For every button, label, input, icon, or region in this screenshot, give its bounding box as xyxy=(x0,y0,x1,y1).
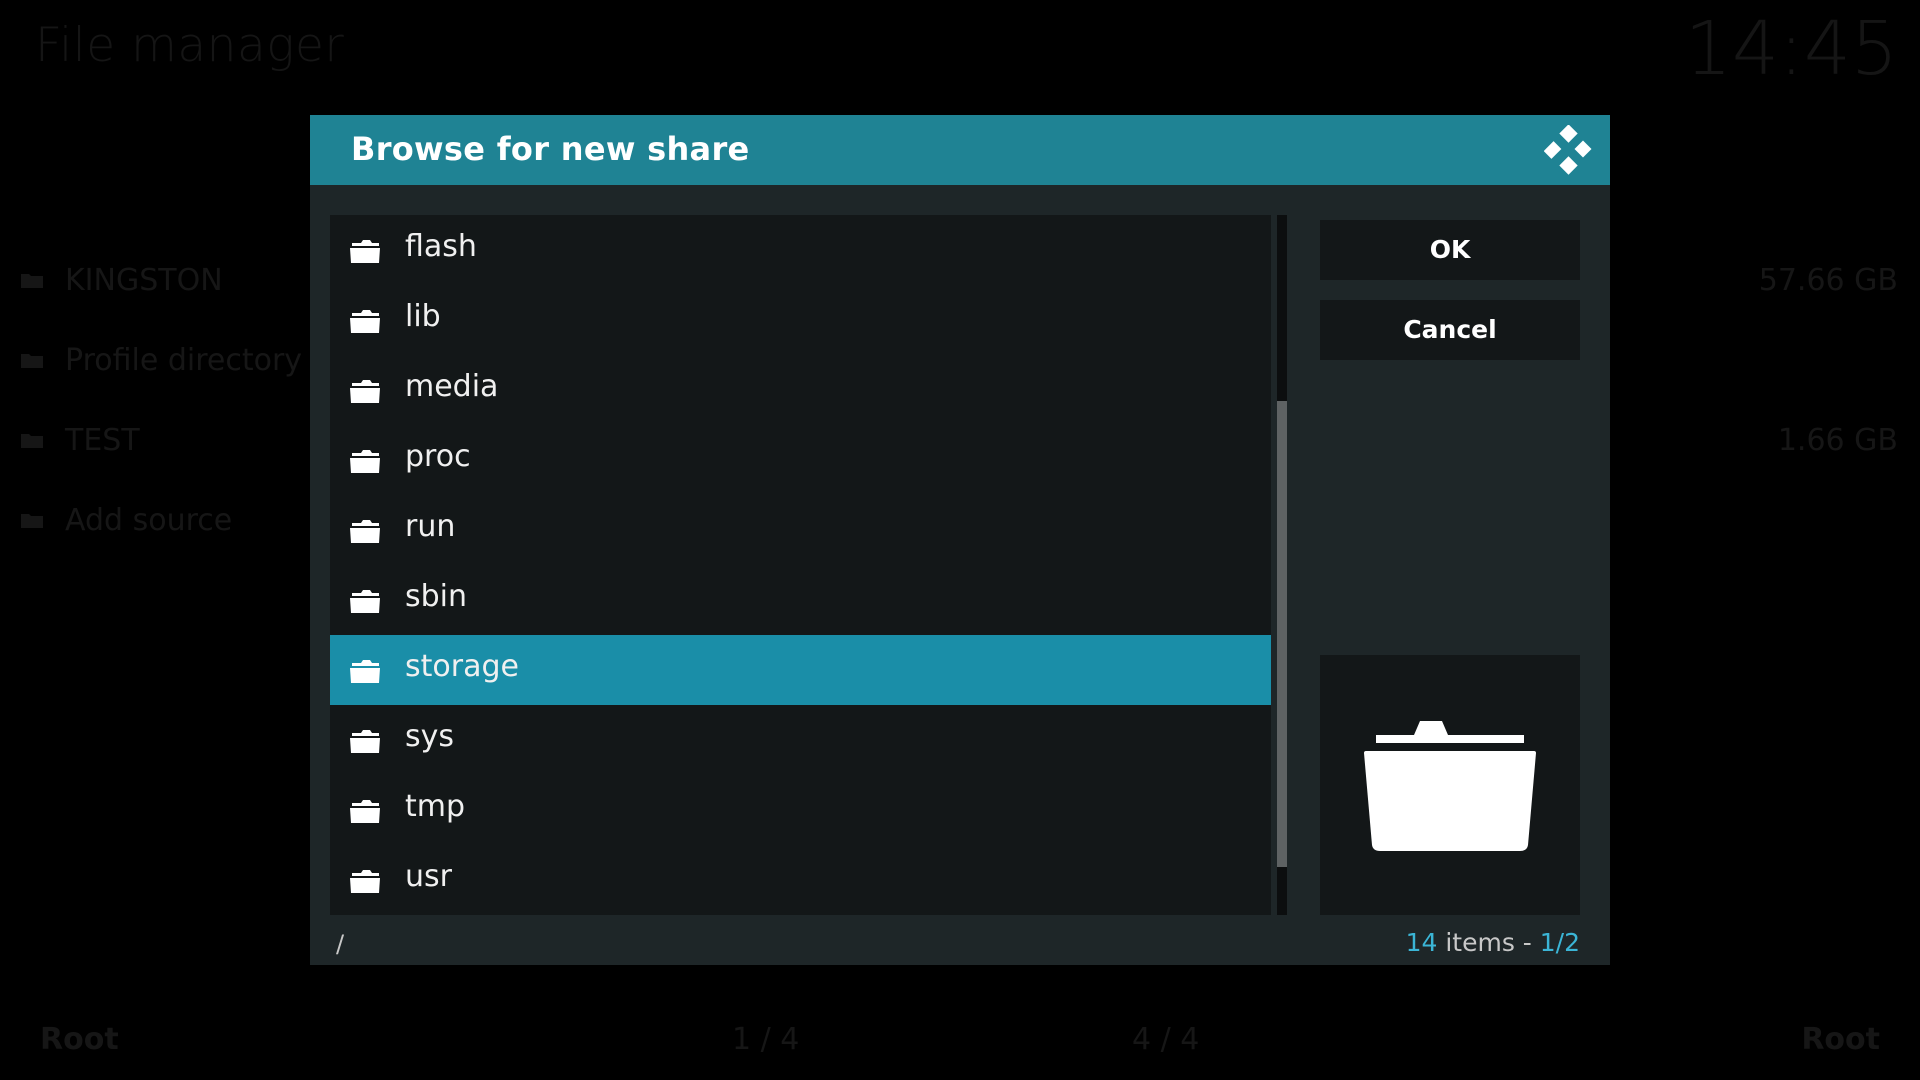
cancel-button[interactable]: Cancel xyxy=(1320,300,1580,360)
source-label: KINGSTON xyxy=(65,263,223,298)
footer-right-page: 4 / 4 xyxy=(1132,1022,1200,1057)
clock: 14:45 xyxy=(1684,6,1898,92)
dialog-header: Browse for new share xyxy=(310,115,1610,185)
folder-icon xyxy=(350,380,380,403)
item-label: usr xyxy=(405,859,452,894)
list-item-lib[interactable]: lib xyxy=(330,285,1271,355)
item-label: lib xyxy=(405,299,441,334)
list-item-sbin[interactable]: sbin xyxy=(330,565,1271,635)
ok-button[interactable]: OK xyxy=(1320,220,1580,280)
scrollbar-thumb[interactable] xyxy=(1277,401,1287,867)
folder-icon xyxy=(350,590,380,613)
footer-right-label: Root xyxy=(1801,1022,1880,1057)
folder-icon xyxy=(350,310,380,333)
item-label: tmp xyxy=(405,789,466,824)
item-label: flash xyxy=(405,229,477,264)
folder-icon xyxy=(21,514,43,528)
list-item-sys[interactable]: sys xyxy=(330,705,1271,775)
file-list[interactable]: flash lib media proc run sbin storage sy… xyxy=(330,215,1271,915)
footer-left-page: 1 / 4 xyxy=(732,1022,800,1057)
preview-panel xyxy=(1320,655,1580,915)
page-indicator: 1/2 xyxy=(1539,928,1580,957)
dialog-title: Browse for new share xyxy=(351,130,750,168)
item-count-text: items - xyxy=(1437,928,1540,957)
folder-open-icon xyxy=(1364,721,1536,851)
item-label: media xyxy=(405,369,499,404)
item-count-number: 14 xyxy=(1405,928,1438,957)
item-label: run xyxy=(405,509,456,544)
item-label: storage xyxy=(405,649,519,684)
folder-icon xyxy=(21,274,43,288)
list-scrollbar[interactable] xyxy=(1277,215,1287,915)
folder-icon xyxy=(21,434,43,448)
folder-icon xyxy=(350,800,380,823)
source-label: Profile directory xyxy=(65,343,303,378)
list-item-storage[interactable]: storage xyxy=(330,635,1271,705)
browse-dialog: Browse for new share flash lib media pro… xyxy=(310,115,1610,965)
page-title: File manager xyxy=(35,18,345,73)
folder-icon xyxy=(350,520,380,543)
folder-icon xyxy=(350,450,380,473)
list-item-flash[interactable]: flash xyxy=(330,215,1271,285)
footer-left-label: Root xyxy=(40,1022,119,1057)
source-label: Add source xyxy=(65,503,233,538)
kodi-logo-icon xyxy=(1544,125,1592,175)
list-item-media[interactable]: media xyxy=(330,355,1271,425)
list-item-tmp[interactable]: tmp xyxy=(330,775,1271,845)
folder-icon xyxy=(21,354,43,368)
list-item-usr[interactable]: usr xyxy=(330,845,1271,915)
folder-icon xyxy=(350,660,380,683)
source-label: TEST xyxy=(65,423,140,458)
item-count: 14 items - 1/2 xyxy=(1406,928,1580,957)
list-item-proc[interactable]: proc xyxy=(330,425,1271,495)
source-size: 57.66 GB xyxy=(1758,263,1898,298)
folder-icon xyxy=(350,870,380,893)
item-label: sys xyxy=(405,719,455,754)
folder-icon xyxy=(350,730,380,753)
item-label: proc xyxy=(405,439,471,474)
list-item-run[interactable]: run xyxy=(330,495,1271,565)
current-path: / xyxy=(336,930,345,958)
item-label: sbin xyxy=(405,579,468,614)
folder-icon xyxy=(350,240,380,263)
source-size: 1.66 GB xyxy=(1777,423,1898,458)
